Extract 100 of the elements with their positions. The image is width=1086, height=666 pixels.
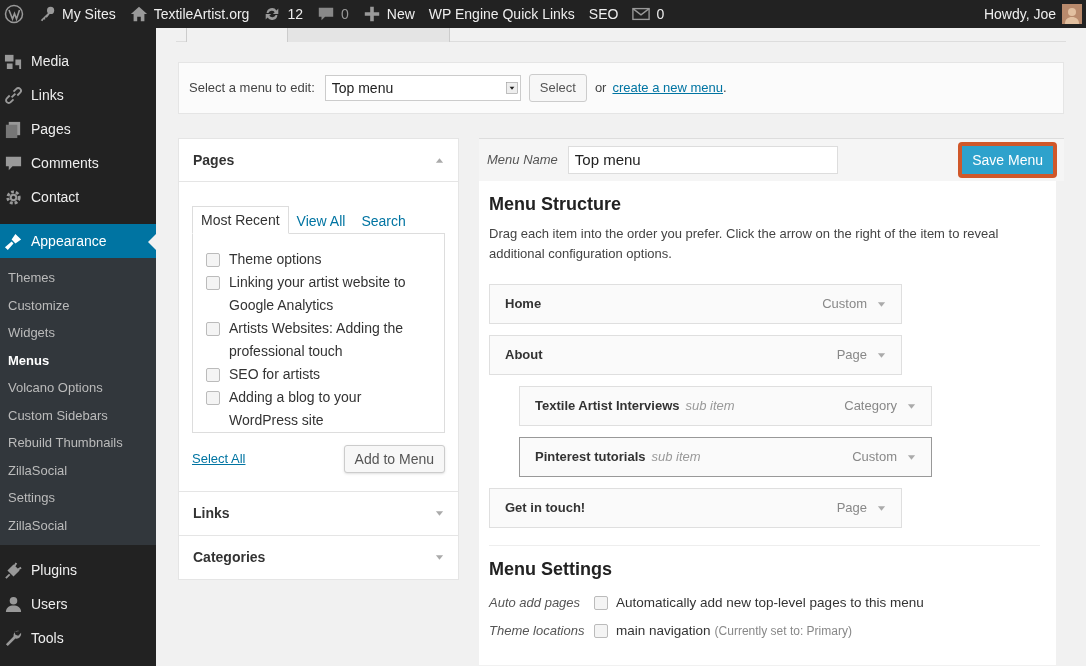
tab[interactable]: Most Recent — [192, 206, 289, 234]
accordion-header[interactable]: Categories — [179, 536, 458, 579]
submenu-item[interactable]: Custom Sidebars — [0, 401, 156, 429]
panel-title: Categories — [193, 548, 266, 567]
tab[interactable]: View All — [288, 208, 354, 234]
item-type: Custom — [822, 295, 867, 314]
mail-icon — [632, 5, 651, 23]
home-icon — [129, 5, 148, 23]
submenu-item[interactable]: Widgets — [0, 319, 156, 347]
option-hint: (Currently set to: Primary) — [714, 623, 852, 641]
plug-icon — [4, 560, 23, 580]
section-heading: Menu Structure — [489, 193, 622, 216]
item-note: sub item — [651, 448, 701, 467]
greeting-link[interactable]: Howdy, Joe — [983, 3, 1056, 25]
menu-item-bar[interactable]: Home Custom — [489, 284, 902, 324]
caret-icon — [907, 452, 916, 462]
panel-title: Links — [193, 504, 230, 523]
wordpress-logo-icon — [4, 4, 24, 24]
menu-item[interactable]: Links — [0, 78, 156, 112]
item-title: Textile Artist Interviews — [535, 397, 680, 416]
toolbar-link[interactable]: My Sites — [62, 3, 116, 25]
option-label: main navigation — [616, 622, 711, 641]
caret-icon — [877, 299, 886, 309]
checkbox[interactable] — [206, 322, 220, 336]
item-title: Home — [505, 295, 542, 314]
menu-item-bar[interactable]: About Page — [489, 335, 902, 375]
accordion-header[interactable]: Links — [179, 492, 458, 535]
toolbar-link[interactable]: 0 — [340, 3, 349, 25]
menu-item[interactable]: Appearance — [0, 224, 156, 258]
connector-text: or — [594, 79, 607, 98]
menu-item[interactable]: Comments — [0, 146, 156, 180]
toolbar-link[interactable]: New — [386, 3, 415, 25]
menu-item-bar[interactable]: Pinterest tutorials sub item Custom — [519, 437, 932, 477]
key-icon — [38, 5, 56, 23]
menu-item[interactable]: Users — [0, 587, 156, 621]
menu-item[interactable]: Media — [0, 44, 156, 78]
item-title: About — [505, 346, 543, 365]
submenu-item[interactable]: ZillaSocial — [0, 456, 156, 484]
menu-dropdown[interactable]: Top menu — [324, 75, 521, 101]
tab[interactable] — [186, 28, 288, 42]
submenu-item[interactable]: ZillaSocial — [0, 511, 156, 539]
submenu-item[interactable]: Menus — [0, 346, 156, 374]
caret-icon — [907, 401, 916, 411]
submenu-item[interactable]: Rebuild Thumbnails — [0, 429, 156, 457]
checkbox[interactable] — [594, 596, 608, 611]
field-label: Select a menu to edit: — [189, 79, 315, 98]
checkbox[interactable] — [206, 368, 220, 382]
avatar-icon — [1062, 4, 1082, 24]
checkbox[interactable] — [206, 391, 220, 405]
plus-icon — [362, 5, 381, 23]
toolbar-link[interactable]: TextileArtist.org — [153, 3, 250, 25]
toolbar-link[interactable]: 12 — [287, 3, 303, 25]
section-heading: Menu Settings — [489, 558, 613, 581]
tab[interactable]: Search — [353, 208, 414, 234]
item-label: Theme options — [229, 250, 322, 269]
caret-icon — [877, 503, 886, 513]
link-icon — [4, 85, 23, 105]
item-label: Linking your artist website to Google Analytics — [229, 273, 407, 315]
toolbar-link[interactable]: WP Engine Quick Links — [428, 3, 575, 25]
item-note: sub item — [685, 397, 735, 416]
menu-item[interactable]: Pages — [0, 112, 156, 146]
checkbox[interactable] — [594, 624, 608, 639]
caret-icon — [877, 350, 886, 360]
expand-arrow-icon — [435, 509, 444, 518]
toolbar-link[interactable]: 0 — [656, 3, 665, 25]
item-type: Category — [844, 397, 897, 416]
collapse-arrow-icon — [435, 155, 444, 165]
item-type: Page — [836, 346, 867, 365]
menu-item-bar[interactable]: Textile Artist Interviews sub item Category — [519, 386, 932, 426]
submenu-item[interactable]: Themes — [0, 264, 156, 292]
accordion-header[interactable]: Pages — [179, 139, 458, 182]
submenu-item[interactable]: Settings — [0, 484, 156, 512]
expand-arrow-icon — [435, 553, 444, 562]
item-type: Page — [836, 499, 867, 518]
tab[interactable] — [288, 28, 450, 42]
checkbox[interactable] — [206, 276, 220, 290]
panel-title: Pages — [193, 150, 235, 170]
select-button[interactable]: Select — [528, 74, 587, 102]
pages-icon — [4, 119, 23, 139]
menu-name-field[interactable]: Top menu — [567, 146, 838, 174]
item-label: Artists Websites: Adding the professional touch — [229, 319, 405, 361]
create-menu-link[interactable]: create a new menu — [612, 78, 724, 98]
toolbar-link[interactable]: SEO — [588, 3, 619, 25]
gear-icon — [4, 187, 23, 207]
item-label: Adding a blog to your WordPress site — [229, 388, 363, 430]
submenu-item[interactable]: Volcano Options — [0, 374, 156, 402]
submenu-item[interactable]: Customize — [0, 291, 156, 319]
menu-item[interactable]: Plugins — [0, 553, 156, 587]
add-to-menu-button[interactable]: Add to Menu — [343, 445, 445, 473]
item-title: Get in touch! — [505, 499, 586, 518]
option-label: Automatically add new top-level pages to this menu — [616, 594, 924, 612]
item-type: Custom — [852, 448, 897, 467]
user-icon — [4, 594, 23, 614]
punctuation: . — [723, 79, 727, 98]
checkbox[interactable] — [206, 253, 220, 267]
menu-item[interactable]: Tools — [0, 621, 156, 655]
brush-icon — [4, 231, 23, 251]
menu-item[interactable]: Contact — [0, 180, 156, 214]
select-all-link[interactable]: Select All — [192, 449, 246, 469]
menu-item-bar[interactable]: Get in touch! Page — [489, 488, 902, 528]
